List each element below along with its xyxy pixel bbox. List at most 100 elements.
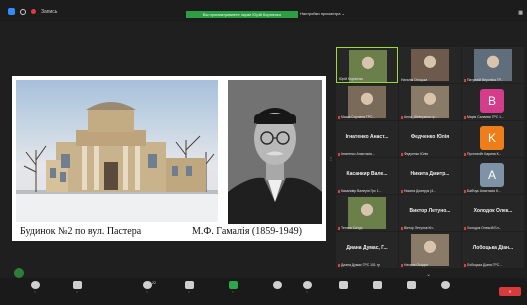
participant-video xyxy=(411,234,449,266)
more-button[interactable] xyxy=(430,281,460,289)
participant-tile[interactable]: B Марія Салаєва ГРС 1... xyxy=(462,84,524,120)
participant-name-label: Ігнатенко Анастасія... xyxy=(338,152,375,156)
participant-name-label: Юрій Корнієнко xyxy=(339,77,363,81)
participants-button[interactable]: 22 ⌃ xyxy=(132,281,162,295)
audio-button[interactable]: ⌃ xyxy=(20,281,50,295)
apps-button[interactable] xyxy=(328,281,358,289)
meeting-status: Запись xyxy=(8,8,57,15)
participant-name: Наталя Осадчо xyxy=(404,263,429,267)
record-icon xyxy=(272,281,282,289)
participant-name: Ігнатенко Анастасія... xyxy=(341,152,375,156)
apps-icon xyxy=(338,281,348,289)
participant-name: Тетяна Скітур xyxy=(341,226,363,230)
smiley-icon xyxy=(302,281,312,289)
participant-name: Пустовойт Карина К... xyxy=(467,152,502,156)
participant-gallery: Юрій Корнієнко Наталія Отоцька Патрахій Ве… xyxy=(336,47,524,269)
participant-tile[interactable]: Лобоцька Діан... Лобоцька Діана ГРС... xyxy=(462,232,524,268)
mic-muted-icon xyxy=(464,78,466,82)
participant-name-label: Маша Сорткіна ГРС... xyxy=(338,115,375,119)
participant-name-label: Марія Салаєва ГРС 1... xyxy=(464,115,504,119)
caption-portrait: М.Ф. Гамалія (1859-1949) xyxy=(192,226,302,237)
gallery-page-down-icon[interactable]: ⌄ xyxy=(426,271,431,278)
participant-name: Бабічук Анастасія К... xyxy=(467,189,501,193)
participant-tile[interactable]: K Пустовойт Карина К... xyxy=(462,121,524,157)
participant-tile[interactable]: Виктор Летуно... Віктор Летунов Кіт... xyxy=(399,195,461,231)
mic-muted-icon xyxy=(464,115,466,119)
whiteboard-icon xyxy=(372,281,382,289)
building-photo xyxy=(16,80,218,222)
more-icon xyxy=(440,281,450,289)
mic-muted-icon xyxy=(338,115,340,119)
participant-name-large: Виктор Летуно... xyxy=(409,208,451,214)
participant-name-label: Лобоцька Діана ГРС... xyxy=(464,263,502,267)
participant-tile[interactable]: Наталя Осадчо xyxy=(399,232,461,268)
participant-name-large: Никита Дмитр... xyxy=(410,171,450,177)
mic-muted-icon xyxy=(338,263,340,267)
share-screen-button[interactable]: ⌃ xyxy=(218,281,248,295)
participant-name-label: Касанківр Валерія Грс 1... xyxy=(338,189,382,193)
participant-name-label: Тетяна Скітур xyxy=(338,226,363,230)
view-options-button[interactable]: Настройки просмотра ⌄ xyxy=(300,11,345,16)
participant-tile[interactable]: Патрахій Вероніка ГР... xyxy=(462,47,524,83)
participant-tile[interactable]: Юрій Корнієнко xyxy=(336,47,398,83)
meeting-toolbar: ⌃ ⌃ 22 ⌃ ⌃ ⌃ ⌃ ✕ xyxy=(0,278,527,305)
building-illustration xyxy=(16,102,218,222)
share-screen-icon xyxy=(228,281,238,289)
notes-button[interactable] xyxy=(396,281,426,289)
participant-name: Холодок Олексій Бл... xyxy=(467,226,502,230)
participant-tile[interactable]: Касанкир Вале... Касанківр Валерія Грс 1.… xyxy=(336,158,398,194)
mic-muted-icon xyxy=(401,152,403,156)
portrait-photo xyxy=(228,80,322,224)
participant-tile[interactable]: Ігнатенко Анаст... Ігнатенко Анастасія... xyxy=(336,121,398,157)
mic-muted-icon xyxy=(401,189,403,193)
participant-name-large: Касанкир Вале... xyxy=(346,171,388,177)
recording-icon xyxy=(31,9,36,14)
video-button[interactable]: ⌃ xyxy=(62,281,92,295)
participant-tile[interactable]: Тетяна Скітур xyxy=(336,195,398,231)
participant-tile[interactable]: Федченко Юлія Федченко Юлія xyxy=(399,121,461,157)
participant-tile[interactable]: Холодок Олек... Холодок Олексій Бл... xyxy=(462,195,524,231)
participant-name-label: Диана Думас ГРС 101 гр xyxy=(338,263,380,267)
participant-name: Никита Дмитрук (4... xyxy=(404,189,436,193)
participant-tile[interactable]: Анна_Шевчукнка гр... xyxy=(399,84,461,120)
participant-name-large: Лобоцька Діан... xyxy=(472,245,514,251)
reactions-button[interactable]: ⌃ xyxy=(292,281,322,295)
record-button[interactable] xyxy=(262,281,292,289)
collapse-gallery-handle[interactable]: ⁝ xyxy=(330,156,332,163)
participant-name: Маша Сорткіна ГРС... xyxy=(341,115,376,119)
participant-video xyxy=(474,49,512,81)
chat-button[interactable]: ⌃ xyxy=(174,281,204,295)
participant-tile[interactable]: Наталія Отоцька xyxy=(399,47,461,83)
participants-count: 22 xyxy=(152,281,156,285)
caption-building: Будинок №2 по вул. Пастера xyxy=(20,226,142,237)
participant-video xyxy=(348,197,386,229)
participant-tile[interactable]: Диана Думас, Г... Диана Думас ГРС 101 гр xyxy=(336,232,398,268)
participant-name-large: Холодок Олек... xyxy=(473,208,513,214)
participant-name: Касанківр Валерія Грс 1... xyxy=(341,189,382,193)
participant-name: Наталія Отоцька xyxy=(401,78,428,82)
participant-name-label: Наталя Осадчо xyxy=(401,263,428,267)
participant-tile[interactable]: Маша Сорткіна ГРС... xyxy=(336,84,398,120)
mic-muted-icon xyxy=(401,115,403,119)
participant-name: Юрій Корнієнко xyxy=(339,77,364,81)
mic-muted-icon xyxy=(401,263,403,267)
info-icon[interactable] xyxy=(20,8,26,15)
annotate-icon[interactable] xyxy=(14,268,24,278)
notes-icon xyxy=(406,281,416,289)
avatar: K xyxy=(480,126,504,150)
participant-name: Віктор Летунов Кіт... xyxy=(404,226,436,230)
camera-icon xyxy=(72,281,82,289)
participant-name-large: Федченко Юлія xyxy=(410,134,450,140)
participant-name-label: Холодок Олексій Бл... xyxy=(464,226,501,230)
participant-name-label: Никита Дмитрук (4... xyxy=(401,189,436,193)
security-shield-icon[interactable] xyxy=(8,8,15,15)
participant-tile[interactable]: A Бабічук Анастасія К... xyxy=(462,158,524,194)
participant-tile[interactable]: Никита Дмитр... Никита Дмитрук (4... xyxy=(399,158,461,194)
participant-name-label: Патрахій Вероніка ГР... xyxy=(464,78,503,82)
participant-name: Патрахій Вероніка ГР... xyxy=(467,78,504,82)
leave-button[interactable]: ✕ xyxy=(499,287,521,296)
whiteboard-button[interactable] xyxy=(362,281,392,289)
view-grid-icon[interactable]: ▦ xyxy=(518,10,523,16)
mic-muted-icon xyxy=(464,226,466,230)
participant-name-label: Пустовойт Карина К... xyxy=(464,152,501,156)
